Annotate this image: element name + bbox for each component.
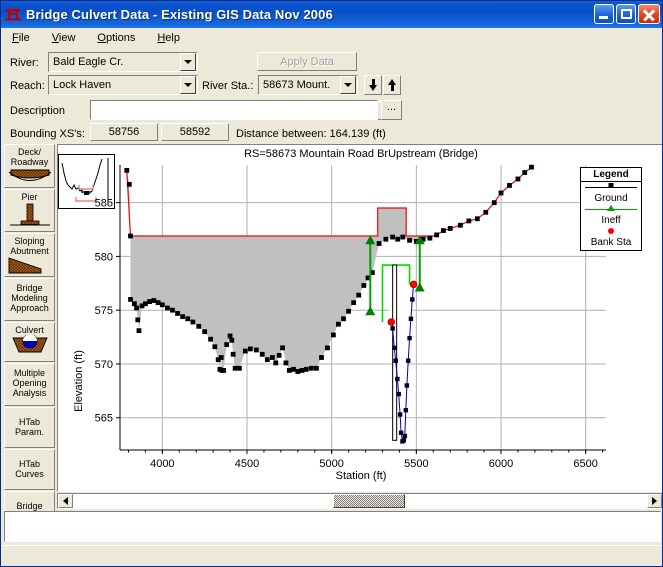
scrollbar-thumb[interactable]	[333, 494, 405, 508]
legend-label-bank-sta: Bank Sta	[581, 237, 641, 248]
bounding-xs-downstream-button[interactable]: 58592	[161, 123, 229, 141]
legend-label-ground: Ground	[581, 193, 641, 204]
chevron-down-icon[interactable]	[180, 76, 196, 94]
legend-swatch-bank-sta	[581, 226, 641, 237]
menu-help[interactable]: Help	[155, 31, 182, 45]
chart-legend: Legend Ground Ineff Bank Sta	[580, 167, 642, 251]
sidebar-item-deck-roadway[interactable]: Deck/ Roadway	[4, 144, 55, 188]
legend-label-ineff: Ineff	[581, 215, 641, 226]
distance-between-text: Distance between: 164.139 (ft)	[236, 128, 386, 140]
apply-data-button[interactable]: Apply Data	[257, 52, 357, 71]
status-bar	[2, 545, 663, 563]
sidebar-item-label: Approach	[5, 303, 54, 313]
menu-options[interactable]: Options	[95, 31, 137, 45]
up-arrow-icon[interactable]	[383, 75, 401, 95]
sidebar-item-sloping-abutment[interactable]: Sloping Abutment	[4, 233, 55, 277]
sidebar-item-label: Bridge	[5, 283, 54, 293]
river-sta-combo-value: 58673 Mount.	[259, 79, 340, 91]
maximize-button[interactable]	[616, 4, 636, 24]
left-arrow-icon[interactable]	[58, 494, 73, 508]
sidebar-item-label: HTab	[5, 459, 54, 469]
sidebar-item-label: Deck/	[5, 147, 54, 157]
river-sta-combo[interactable]: 58673 Mount.	[258, 75, 358, 95]
sidebar-item-multiple-opening-analysis[interactable]: Multiple Opening Analysis	[4, 363, 55, 406]
svg-text:4000: 4000	[150, 458, 174, 470]
sidebar-item-label: Abutment	[5, 246, 54, 256]
cross-section-plot[interactable]: RS=58673 Mountain Road BrUpstream (Bridg…	[57, 144, 663, 492]
description-browse-button[interactable]: ...	[381, 100, 402, 120]
sidebar-item-label: Pier	[5, 192, 54, 202]
sidebar-item-label: Multiple	[5, 368, 54, 378]
legend-swatch-ineff	[581, 204, 641, 215]
svg-text:565: 565	[95, 413, 113, 425]
svg-text:580: 580	[95, 251, 113, 263]
sidebar-item-label: Culvert	[5, 325, 54, 335]
river-sta-label: River Sta.:	[202, 80, 253, 92]
sidebar-item-htab-curves[interactable]: HTab Curves	[4, 449, 55, 490]
sidebar-item-pier[interactable]: Pier	[4, 189, 55, 232]
window-title: Bridge Culvert Data - Existing GIS Data …	[26, 7, 333, 22]
sloping-abutment-icon	[7, 256, 53, 276]
svg-text:5000: 5000	[319, 458, 343, 470]
sidebar-item-label: Curves	[5, 469, 54, 479]
sidebar-item-label: Bridge	[5, 501, 54, 511]
plot-canvas[interactable]: 565 570 575 580 585 4000 4500 5000 5500 6000 6500	[58, 145, 663, 492]
svg-text:6000: 6000	[489, 458, 513, 470]
description-label: Description	[10, 105, 65, 117]
reach-combo[interactable]: Lock Haven	[48, 75, 198, 95]
horizontal-scrollbar[interactable]	[57, 493, 663, 509]
legend-swatch-ground	[581, 182, 641, 193]
sidebar-item-label: HTab	[5, 417, 54, 427]
bridge-culvert-data-window: Bridge Culvert Data - Existing GIS Data …	[0, 0, 663, 567]
deck-roadway-icon	[7, 167, 53, 187]
bounding-xs-upstream-button[interactable]: 58756	[90, 123, 158, 141]
svg-text:575: 575	[95, 305, 113, 317]
sidebar-item-label: Modeling	[5, 293, 54, 303]
close-button[interactable]	[638, 4, 660, 24]
svg-text:4500: 4500	[235, 458, 259, 470]
tools-sidebar: Deck/ Roadway Pier Sloping Abutment	[2, 144, 57, 550]
river-combo[interactable]: Bald Eagle Cr.	[48, 52, 198, 72]
window-buttons	[594, 4, 660, 24]
window-titlebar: Bridge Culvert Data - Existing GIS Data …	[1, 1, 663, 28]
sidebar-item-label: Param.	[5, 427, 54, 437]
svg-text:5500: 5500	[404, 458, 428, 470]
reach-label: Reach:	[10, 80, 45, 92]
x-axis-label: Station (ft)	[58, 470, 663, 482]
svg-text:585: 585	[95, 198, 113, 210]
y-axis-label: Elevation (ft)	[73, 336, 85, 426]
svg-text:6500: 6500	[573, 458, 597, 470]
river-reach-form: River: Bald Eagle Cr. Apply Data + Reach…	[2, 47, 663, 144]
sidebar-item-htab-param[interactable]: HTab Param.	[4, 407, 55, 448]
sidebar-item-culvert[interactable]: Culvert	[4, 322, 55, 362]
message-panel	[4, 511, 661, 542]
sidebar-item-bridge-modeling-approach[interactable]: Bridge Modeling Approach	[4, 278, 55, 321]
chevron-down-icon[interactable]	[180, 53, 196, 71]
sidebar-item-label: Sloping	[5, 236, 54, 246]
reach-combo-value: Lock Haven	[49, 79, 180, 91]
down-arrow-icon[interactable]	[364, 75, 382, 95]
sidebar-item-label: Analysis	[5, 388, 54, 398]
river-label: River:	[10, 57, 39, 69]
menu-file[interactable]: File	[10, 31, 32, 45]
culvert-icon	[7, 335, 53, 357]
bounding-xs-label: Bounding XS's:	[10, 128, 85, 140]
legend-title: Legend	[581, 168, 641, 182]
scrollbar-track[interactable]	[73, 494, 647, 508]
menu-view[interactable]: View	[50, 31, 78, 45]
road-profile	[127, 167, 532, 236]
pier-icon	[7, 202, 53, 230]
bridge-icon	[4, 6, 22, 24]
sidebar-item-label: Opening	[5, 378, 54, 388]
sidebar-item-label: Roadway	[5, 157, 54, 167]
river-combo-value: Bald Eagle Cr.	[49, 56, 180, 68]
svg-text:570: 570	[95, 359, 113, 371]
description-input[interactable]	[90, 100, 378, 120]
minimize-button[interactable]	[594, 4, 614, 24]
right-arrow-icon[interactable]	[647, 494, 662, 508]
menu-bar: File View Options Help	[2, 28, 663, 47]
chevron-down-icon[interactable]	[340, 76, 356, 94]
